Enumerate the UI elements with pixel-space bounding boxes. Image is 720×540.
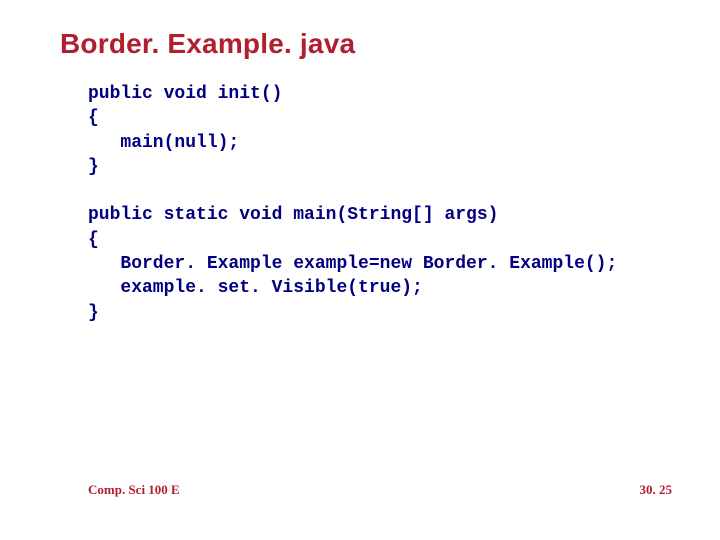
- slide-title: Border. Example. java: [60, 28, 660, 60]
- slide: Border. Example. java public void init()…: [0, 0, 720, 540]
- footer-right: 30. 25: [640, 482, 673, 498]
- code-block: public void init() { main(null); } publi…: [60, 82, 660, 325]
- footer-left: Comp. Sci 100 E: [88, 482, 180, 498]
